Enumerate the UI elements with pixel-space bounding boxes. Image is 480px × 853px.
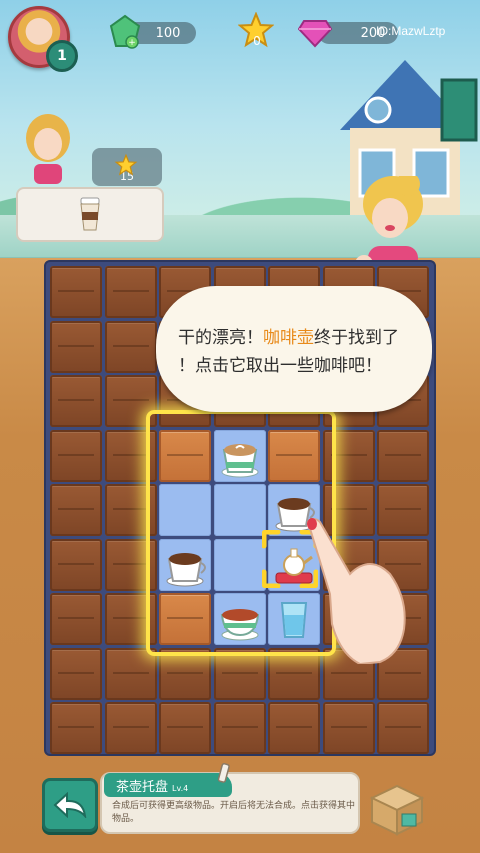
board-tile[interactable]: [213, 702, 266, 754]
green-gem-value: 100: [155, 25, 181, 41]
tutorial-speech-bubble: 干的漂亮！咖啡壶终于找到了 ！点击它取出一些咖啡吧！: [156, 286, 432, 412]
board-tile[interactable]: [50, 320, 102, 373]
item-description: 合成后可获得更高级物品。开启后将无法合成。点击获得其中物品。: [112, 801, 356, 824]
board-tile[interactable]: [50, 647, 102, 700]
item-title-tab: 茶壶托盘 Lv.4: [104, 773, 232, 797]
bubble-line-2: ！点击它取出一些咖啡吧！: [178, 356, 382, 376]
bubble-text-pre: 干的漂亮！: [178, 328, 263, 348]
board-tile[interactable]: [159, 702, 211, 754]
board-tile[interactable]: [104, 702, 157, 754]
coffee-cup-icon: [80, 197, 100, 231]
pink-diamond-icon: [298, 20, 332, 48]
svg-text:+: +: [128, 38, 136, 48]
player-id-label: ID:MazwLztp: [376, 24, 446, 38]
board-tile[interactable]: [50, 266, 102, 318]
green-gem-icon: +: [109, 14, 141, 49]
board-tile[interactable]: [322, 702, 375, 754]
back-button[interactable]: [42, 778, 98, 832]
bubble-text-highlight: 咖啡壶: [263, 328, 314, 348]
board-tile[interactable]: [50, 375, 102, 427]
board-tile[interactable]: [50, 593, 102, 645]
item-level: Lv.4: [172, 784, 189, 793]
pointing-hand-icon: [306, 518, 406, 664]
board-tile[interactable]: [104, 320, 157, 373]
back-arrow-icon: [53, 792, 87, 818]
board-tile[interactable]: [268, 702, 320, 754]
customer-girl-avatar: [26, 114, 70, 184]
info-pencil-icon: [217, 763, 230, 783]
item-name: 茶壶托盘: [116, 780, 169, 795]
bubble-line-1: 干的漂亮！咖啡壶终于找到了: [178, 324, 412, 352]
board-tile[interactable]: [104, 266, 157, 318]
board-tile[interactable]: [377, 702, 429, 754]
board-tile[interactable]: [377, 429, 429, 482]
star-counter-value: 0: [253, 34, 261, 48]
star-counter: 0: [238, 30, 276, 52]
board-tile[interactable]: [50, 702, 102, 754]
board-tile[interactable]: [50, 429, 102, 482]
storage-box-icon[interactable]: [366, 778, 428, 836]
board-tile[interactable]: [50, 484, 102, 536]
order-star-icon: [114, 154, 138, 176]
player-level-badge: 1: [46, 40, 78, 72]
board-tile[interactable]: [50, 538, 102, 591]
board-tile[interactable]: [104, 647, 157, 700]
bubble-text-post: 终于找到了: [314, 328, 399, 348]
